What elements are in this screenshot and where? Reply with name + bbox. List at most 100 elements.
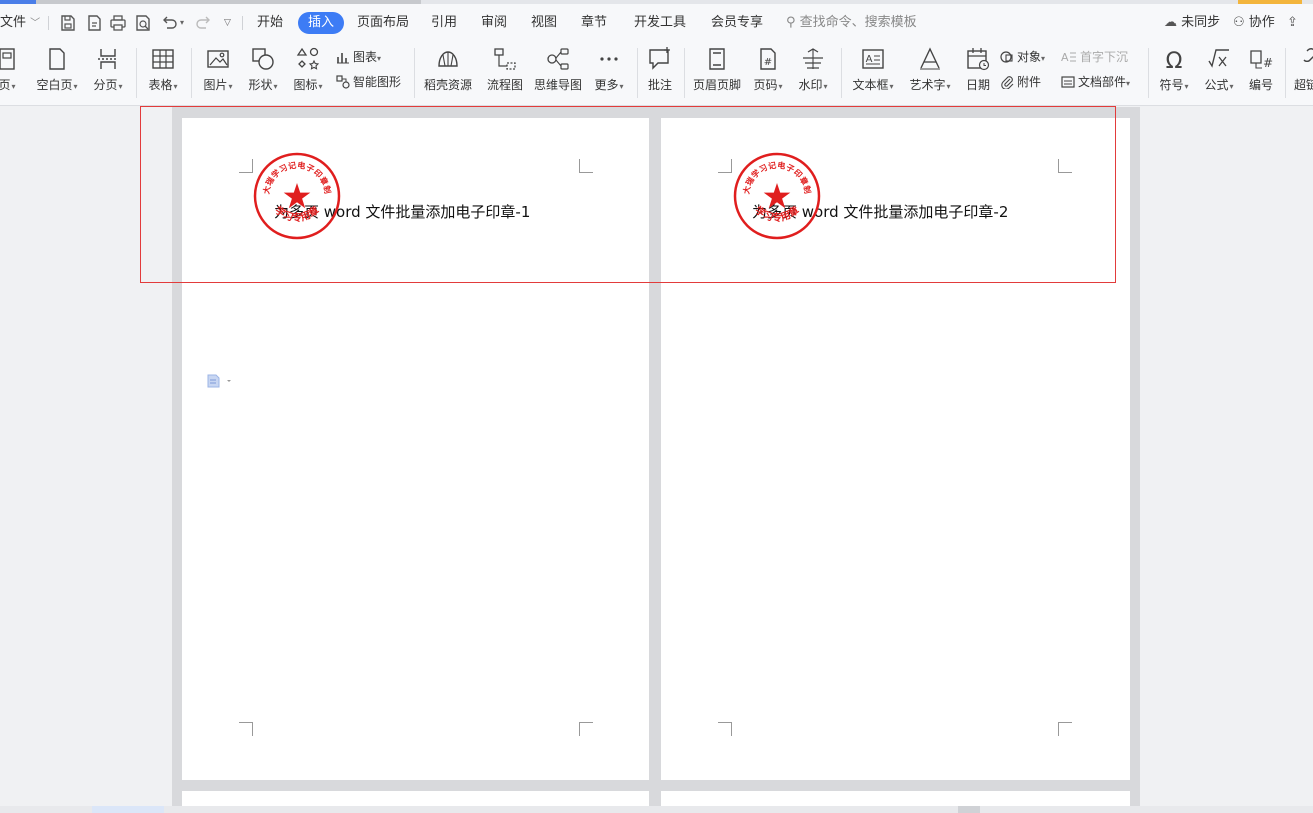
watermark-label: 水印: [798, 78, 823, 92]
blank-page-icon: [49, 48, 65, 70]
collaborate-label: 协作: [1248, 15, 1275, 30]
export-pdf-icon[interactable]: [85, 14, 103, 32]
divider: [136, 48, 137, 98]
drop-cap-icon: A: [1061, 51, 1076, 64]
highlight-rectangle: [140, 106, 1116, 283]
more-dots-icon: [600, 57, 618, 61]
tab-insert[interactable]: 插入: [298, 12, 345, 34]
tab-developer[interactable]: 开发工具: [634, 12, 686, 34]
tab-home[interactable]: 开始: [257, 12, 283, 34]
table-label: 表格: [148, 78, 173, 92]
numbering-label: 编号: [1248, 78, 1273, 92]
more-label: 更多: [594, 78, 619, 92]
icon-library-button[interactable]: 图标▾: [289, 46, 327, 102]
smart-art-icon: [336, 75, 350, 89]
divider: [48, 16, 49, 30]
watermark-button[interactable]: 水印▾: [794, 46, 832, 102]
doc-parts-button[interactable]: 文档部件▾: [1061, 73, 1130, 91]
print-icon[interactable]: [109, 14, 127, 32]
print-preview-icon[interactable]: [134, 14, 152, 32]
formula-button[interactable]: 公式▾: [1200, 46, 1238, 102]
mind-map-label: 思维导图: [533, 78, 582, 92]
object-label: 对象: [1017, 50, 1042, 64]
share-icon: ⇪: [1287, 15, 1298, 30]
docer-resources-label: 稻壳资源: [423, 78, 472, 92]
comment-label: 批注: [647, 78, 672, 92]
docer-resources-button[interactable]: 稻壳资源: [421, 46, 475, 102]
file-menu[interactable]: 文件 ﹀: [0, 12, 40, 34]
page-break-icon: [98, 49, 118, 69]
comment-icon: [649, 47, 670, 70]
wordart-button[interactable]: 艺术字▾: [906, 46, 954, 102]
svg-text:#: #: [764, 57, 772, 68]
shape-button[interactable]: 形状▾: [244, 46, 282, 102]
smart-art-label: 智能图形: [353, 75, 402, 89]
blank-page-label: 空白页: [36, 78, 73, 92]
document-canvas[interactable]: 为多页 word 文件批量添加电子印章-1 桃大瑞学习记电子印章制作 学习专用章…: [0, 106, 1313, 806]
smart-art-button[interactable]: 智能图形: [336, 73, 401, 91]
svg-text:A: A: [866, 54, 873, 65]
date-label: 日期: [965, 78, 990, 92]
textbox-button[interactable]: A 文本框▾: [849, 46, 897, 102]
customize-toolbar-icon[interactable]: ▽: [224, 18, 231, 28]
page-break-label: 分页: [93, 78, 118, 92]
picture-button[interactable]: 图片▾: [199, 46, 237, 102]
more-button[interactable]: 更多▾: [590, 46, 628, 102]
icon-library-label: 图标: [293, 78, 318, 92]
header-footer-icon: [709, 48, 725, 70]
tab-references[interactable]: 引用: [431, 12, 457, 34]
command-search[interactable]: ⚲ 查找命令、搜索模板: [786, 12, 917, 34]
tab-page-layout[interactable]: 页面布局: [357, 12, 409, 34]
document-icon: [207, 374, 231, 388]
doc-parts-icon: [1061, 76, 1075, 88]
flowchart-label: 流程图: [486, 78, 523, 92]
status-segment: [92, 806, 164, 813]
drop-cap-button[interactable]: A 首字下沉: [1061, 48, 1128, 66]
undo-icon[interactable]: [160, 14, 178, 32]
divider: [242, 16, 243, 30]
paragraph-tool-button[interactable]: [207, 374, 233, 391]
attachment-button[interactable]: 附件: [1000, 73, 1041, 91]
search-placeholder: 查找命令、搜索模板: [799, 15, 917, 30]
chevron-down-icon: ﹀: [30, 18, 41, 29]
header-footer-button[interactable]: 页眉页脚: [691, 46, 743, 102]
symbol-button[interactable]: Ω 符号▾: [1156, 46, 1192, 102]
tab-member[interactable]: 会员专享: [711, 12, 763, 34]
document-page-3: [182, 791, 649, 806]
tab-review[interactable]: 审阅: [481, 12, 507, 34]
flowchart-button[interactable]: 流程图: [483, 46, 527, 102]
object-button[interactable]: 对象▾: [1000, 48, 1045, 66]
chart-button[interactable]: 图表▾: [336, 48, 381, 66]
formula-icon: [1208, 49, 1229, 68]
wordart-icon: [920, 47, 940, 70]
date-button[interactable]: 日期: [962, 46, 994, 102]
divider: [841, 48, 842, 98]
tab-view[interactable]: 视图: [531, 12, 557, 34]
blank-page-button[interactable]: 空白页▾: [34, 46, 80, 102]
object-icon: [1000, 51, 1013, 63]
shell-icon: [438, 51, 458, 67]
mind-map-button[interactable]: 思维导图: [533, 46, 583, 102]
svg-text:A: A: [1061, 51, 1069, 64]
margin-corner-mark: [718, 722, 732, 736]
save-icon[interactable]: [59, 14, 77, 32]
share-button[interactable]: ⇪: [1287, 12, 1298, 34]
file-menu-label: 文件: [0, 15, 27, 30]
table-button[interactable]: 表格▾: [144, 46, 182, 102]
divider: [637, 48, 638, 98]
numbering-button[interactable]: # 编号: [1245, 46, 1277, 102]
page-number-label: 页码: [753, 78, 778, 92]
sync-status-button[interactable]: ☁ 未同步: [1164, 12, 1220, 34]
drop-cap-label: 首字下沉: [1080, 50, 1129, 64]
menu-bar: 文件 ﹀ ▾ ▽ 开始 插入 页面布局 引用 审阅 视图 章节 开发工具 会员专…: [0, 4, 1313, 42]
icons-grid-icon: [296, 47, 320, 70]
page-break-button[interactable]: 分页▾: [90, 46, 126, 102]
page-number-button[interactable]: # 页码▾: [749, 46, 787, 102]
comment-button[interactable]: 批注: [643, 46, 677, 102]
collaborate-button[interactable]: ⚇ 协作: [1233, 12, 1275, 34]
cover-page-button[interactable]: 页▾: [0, 46, 22, 102]
hyperlink-button[interactable]: 超链: [1290, 46, 1313, 102]
redo-icon[interactable]: [195, 14, 213, 32]
undo-dropdown-caret[interactable]: ▾: [180, 18, 184, 27]
tab-section[interactable]: 章节: [581, 12, 607, 34]
